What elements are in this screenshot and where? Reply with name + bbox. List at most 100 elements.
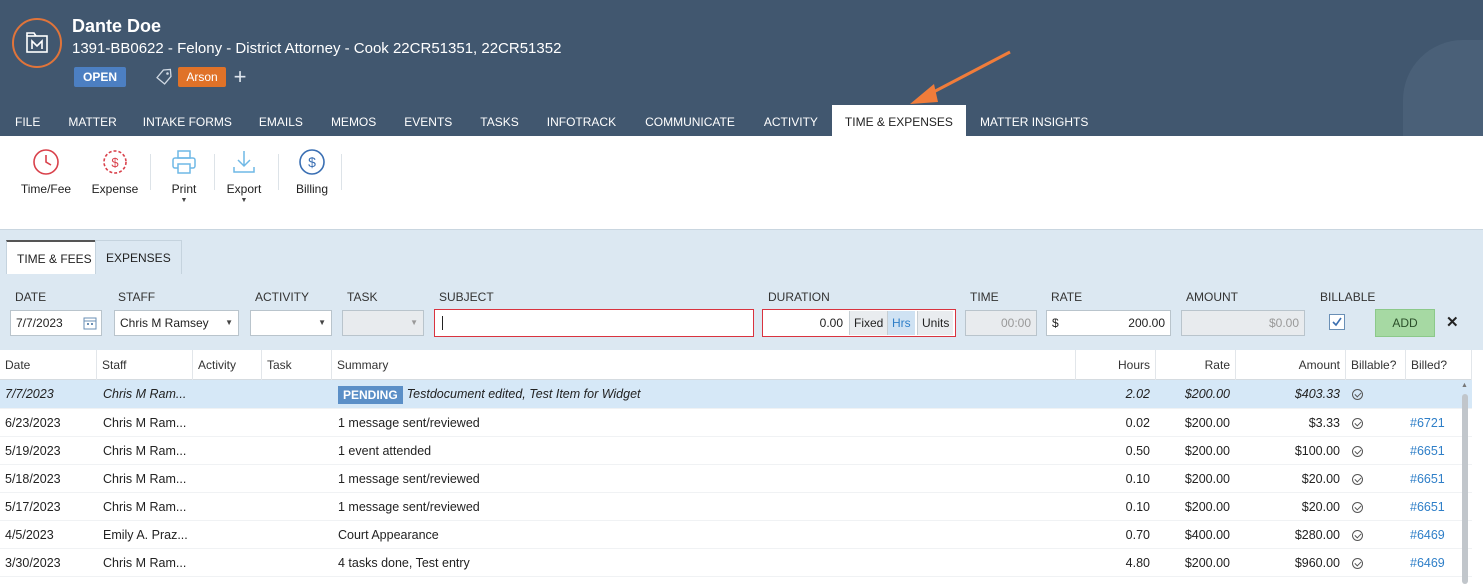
table-row[interactable]: 5/17/2023 Chris M Ram... 1 message sent/… [0,493,1472,521]
cell-summary: 1 message sent/reviewed [338,416,480,430]
cell-billed[interactable]: #6469 [1410,521,1450,549]
add-button[interactable]: ADD [1375,309,1435,337]
cell-billed[interactable]: #6651 [1410,437,1450,465]
billable-check-icon [1352,530,1363,542]
column-header-staff[interactable]: Staff [97,350,193,380]
cell-billed[interactable]: #6469 [1410,549,1450,577]
tab-infotrack[interactable]: INFOTRACK [533,105,630,136]
table-row[interactable]: 4/5/2023 Emily A. Praz... Court Appearan… [0,521,1472,549]
rate-value: 200.00 [1128,316,1165,330]
table-scrollbar[interactable]: ▲ [1460,380,1470,584]
subtab-bar: TIME & FEES EXPENSES [0,230,1483,274]
expense-button[interactable]: $ Expense [88,148,142,196]
table-row[interactable]: 7/7/2023 Chris M Ram... PENDING Testdocum… [0,380,1472,409]
cell-amount: $403.33 [1294,387,1340,401]
table-row[interactable]: 5/18/2023 Chris M Ram... 1 message sent/… [0,465,1472,493]
cell-rate: $200.00 [1184,556,1230,570]
cell-amount: $20.00 [1301,472,1340,486]
duration-value[interactable]: 0.00 [763,310,847,336]
date-value: 7/7/2023 [16,316,63,330]
column-header-billable[interactable]: Billable? [1346,350,1406,380]
scrollbar-thumb[interactable] [1462,394,1468,584]
print-button[interactable]: Print ▼ [162,148,206,204]
subtab-time-fees[interactable]: TIME & FEES [6,240,103,274]
duration-units-toggle[interactable]: Units [917,311,954,335]
column-header-amount[interactable]: Amount [1236,350,1346,380]
cell-billed[interactable]: #6651 [1410,465,1450,493]
chevron-down-icon: ▼ [318,318,326,327]
date-field[interactable]: 7/7/2023 [10,310,102,336]
staff-value: Chris M Ramsey [120,316,209,330]
tag-icon[interactable] [155,68,173,86]
cell-amount: $960.00 [1294,556,1340,570]
time-fee-button[interactable]: Time/Fee [18,148,74,196]
cell-billable [1352,493,1382,521]
cell-amount: $20.00 [1301,500,1340,514]
table-row[interactable]: 6/23/2023 Chris M Ram... 1 message sent/… [0,409,1472,437]
column-header-summary[interactable]: Summary [332,350,1076,380]
cell-amount: $3.33 [1308,416,1340,430]
subject-input[interactable] [434,309,754,337]
tab-communicate[interactable]: COMMUNICATE [630,105,750,136]
duration-hrs-toggle[interactable]: Hrs [887,311,915,335]
table-row[interactable]: 5/19/2023 Chris M Ram... 1 event attende… [0,437,1472,465]
matter-logo-icon [12,18,62,68]
client-name: Dante Doe [72,16,162,36]
billable-checkbox[interactable] [1329,314,1345,330]
cell-billed[interactable]: #6721 [1410,409,1450,437]
export-label: Export [226,182,262,196]
tab-events[interactable]: EVENTS [390,105,466,136]
export-button[interactable]: Export ▼ [222,148,266,204]
tab-activity[interactable]: ACTIVITY [750,105,832,136]
tab-file[interactable]: FILE [0,105,55,136]
scroll-up-icon[interactable]: ▲ [1461,382,1468,389]
billable-check-icon [1352,389,1363,401]
export-caret-icon: ▼ [240,197,248,204]
staff-select[interactable]: Chris M Ramsey ▼ [114,310,239,336]
cell-rate: $200.00 [1184,500,1230,514]
column-header-activity[interactable]: Activity [193,350,262,380]
cell-staff: Chris M Ram... [103,387,187,401]
cell-billed[interactable]: #6651 [1410,493,1450,521]
printer-icon [172,150,196,174]
tab-emails[interactable]: EMAILS [245,105,317,136]
rate-currency: $ [1052,316,1059,330]
cell-date: 4/5/2023 [5,528,54,542]
add-tag-icon[interactable]: + [230,66,250,88]
column-header-billed[interactable]: Billed? [1406,350,1472,380]
time-field: 00:00 [965,310,1037,336]
billing-button[interactable]: $ Billing [290,148,334,196]
subtab-expenses[interactable]: EXPENSES [95,240,182,274]
rate-field[interactable]: $ 200.00 [1046,310,1171,336]
column-header-rate[interactable]: Rate [1156,350,1236,380]
table-header: Date Staff Activity Task Summary Hours R… [0,350,1472,380]
billable-check-icon [1352,558,1363,570]
time-entry-form: DATE 7/7/2023 STAFF Chris M Ramsey ▼ ACT… [0,274,1483,350]
column-header-hours[interactable]: Hours [1076,350,1156,380]
tab-matter[interactable]: MATTER [55,105,129,136]
duration-fixed-toggle[interactable]: Fixed [849,311,888,335]
tag-badge[interactable]: Arson [178,67,226,87]
tab-tasks[interactable]: TASKS [466,105,532,136]
checkmark-icon [1332,317,1342,327]
duration-field[interactable]: 0.00 Fixed Hrs Units [762,309,956,337]
close-icon[interactable]: ✕ [1446,313,1459,331]
tab-intake-forms[interactable]: INTAKE FORMS [130,105,245,136]
column-header-date[interactable]: Date [0,350,97,380]
column-header-task[interactable]: Task [262,350,332,380]
calendar-icon[interactable] [83,316,97,330]
date-label: DATE [15,290,47,304]
cell-hours: 0.70 [1125,528,1150,542]
cell-billable [1352,465,1382,493]
tab-time-expenses[interactable]: TIME & EXPENSES [831,105,966,136]
cell-billed[interactable] [1410,380,1450,408]
cell-summary: PENDING Testdocument edited, Test Item fo… [338,380,1068,408]
table-row[interactable]: 3/30/2023 Chris M Ram... 4 tasks done, T… [0,549,1472,577]
activity-select[interactable]: ▼ [250,310,332,336]
cell-summary: 4 tasks done, Test entry [338,556,470,570]
cell-rate: $200.00 [1184,387,1230,401]
tab-memos[interactable]: MEMOS [317,105,390,136]
tab-matter-insights[interactable]: MATTER INSIGHTS [966,105,1102,136]
subject-label: SUBJECT [439,290,494,304]
task-select[interactable]: ▼ [342,310,424,336]
